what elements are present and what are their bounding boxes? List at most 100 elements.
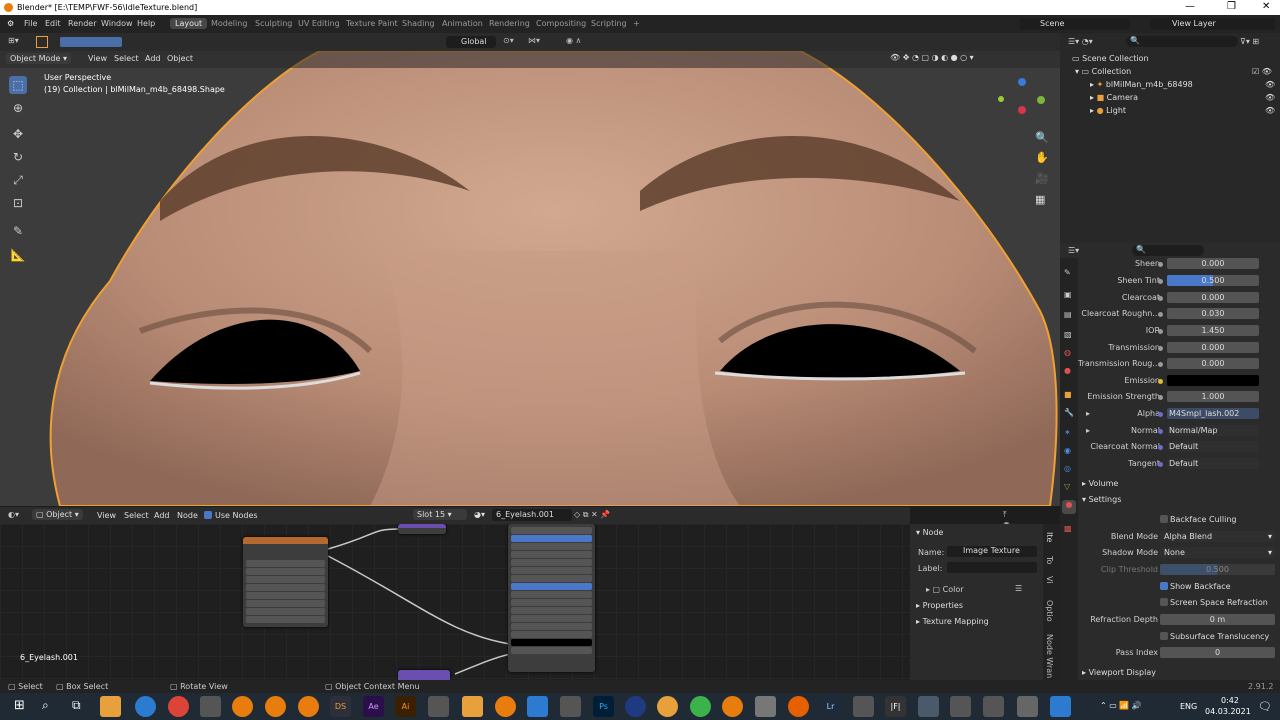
clearcoat-roughness-field[interactable]: 0.030: [1167, 308, 1259, 319]
world-tab-icon[interactable]: ●: [1064, 366, 1071, 375]
node-menu-node[interactable]: Node: [177, 511, 198, 520]
blender-menu-icon[interactable]: ⚙: [7, 19, 14, 28]
select-box-tool-icon[interactable]: ⬚: [9, 76, 27, 94]
taskbar-blender-2-icon[interactable]: [265, 696, 286, 717]
emission-socket-icon[interactable]: [1158, 379, 1163, 384]
subsurface-checkbox[interactable]: [1160, 632, 1168, 640]
zoom-icon[interactable]: 🔍: [1035, 131, 1049, 144]
taskbar-daz-icon[interactable]: DS: [330, 696, 351, 717]
ior-socket-icon[interactable]: [1158, 329, 1163, 334]
outliner-search-input[interactable]: 🔍: [1126, 36, 1238, 47]
use-nodes-checkbox[interactable]: [204, 511, 212, 519]
taskbar-app-11-icon[interactable]: [983, 696, 1004, 717]
taskbar-app-4-icon[interactable]: [625, 696, 646, 717]
tab-tool[interactable]: To: [1045, 556, 1054, 564]
tab-modeling[interactable]: Modeling: [206, 18, 252, 29]
taskbar-edge-icon[interactable]: [135, 696, 156, 717]
taskbar-blender-3-icon[interactable]: [298, 696, 319, 717]
node-menu-add[interactable]: Add: [154, 511, 170, 520]
node-name-field[interactable]: Image Texture: [947, 546, 1037, 557]
render-tab-icon[interactable]: ▣: [1064, 290, 1072, 299]
clearcoat-socket-icon[interactable]: [1158, 296, 1163, 301]
properties-section[interactable]: ▸ Properties: [916, 601, 963, 610]
taskbar-explorer-icon[interactable]: [100, 696, 121, 717]
collection-row[interactable]: ▾ ▭ Collection: [1075, 67, 1131, 76]
emission-color-swatch[interactable]: [1167, 375, 1259, 386]
object-tab-icon[interactable]: ■: [1064, 390, 1072, 399]
normal-socket-icon[interactable]: [1158, 429, 1163, 434]
camera-visibility-icon[interactable]: 👁: [1265, 93, 1275, 102]
color-presets-icon[interactable]: ☰: [1015, 584, 1022, 593]
viewport-menu-view[interactable]: View: [88, 54, 107, 63]
taskbar-app-8-icon[interactable]: [853, 696, 874, 717]
viewport-menu-object[interactable]: Object: [167, 54, 193, 63]
physics-tab-icon[interactable]: ◉: [1064, 446, 1071, 455]
menu-help[interactable]: Help: [137, 19, 155, 28]
minimize-icon[interactable]: —: [1185, 1, 1195, 12]
tangent-field[interactable]: Default: [1167, 458, 1259, 469]
node-menu-select[interactable]: Select: [124, 511, 149, 520]
taskbar-search-icon[interactable]: ⌕: [42, 698, 49, 713]
taskbar-app-6-icon[interactable]: [690, 696, 711, 717]
taskbar-app-12-icon[interactable]: [1017, 696, 1038, 717]
output-tab-icon[interactable]: ▤: [1064, 310, 1072, 319]
slot-dropdown[interactable]: Slot 15 ▾: [413, 509, 467, 520]
principled-bsdf-node[interactable]: [508, 524, 595, 672]
tab-view[interactable]: Vi: [1045, 576, 1054, 584]
scene-tab-icon[interactable]: ◍: [1064, 348, 1071, 357]
taskbar-app-10-icon[interactable]: [950, 696, 971, 717]
taskbar-illustrator-icon[interactable]: Ai: [395, 696, 416, 717]
constraints-tab-icon[interactable]: ◎: [1064, 464, 1071, 473]
menu-edit[interactable]: Edit: [45, 19, 61, 28]
sheen-socket-icon[interactable]: [1158, 262, 1163, 267]
clearcoat-field[interactable]: 0.000: [1167, 292, 1259, 303]
taskbar-lightroom-icon[interactable]: Lr: [820, 696, 841, 717]
mapping-node[interactable]: [398, 524, 446, 534]
normal-link-field[interactable]: Normal/Map: [1167, 425, 1259, 436]
taskbar-vscode-icon[interactable]: [527, 696, 548, 717]
select-tool-icon[interactable]: [36, 36, 48, 48]
tray-icons[interactable]: ⌃ ▭ 📶 🔊: [1100, 701, 1142, 710]
taskbar-after-effects-icon[interactable]: Ae: [363, 696, 384, 717]
shader-type-dropdown[interactable]: ▢ Object ▾: [32, 509, 83, 520]
task-view-icon[interactable]: ⧉: [72, 698, 81, 713]
taskbar-app-7-icon[interactable]: [755, 696, 776, 717]
material-tab-icon[interactable]: ●: [1062, 500, 1076, 514]
collection-visibility-icons[interactable]: ☑ 👁: [1252, 67, 1272, 76]
viewport-display-panel-header[interactable]: ▸ Viewport Display: [1082, 668, 1156, 677]
outliner-item-mesh[interactable]: ▸ ✦ blMilMan_m4b_68498: [1090, 80, 1193, 89]
node-panel-header[interactable]: ▾ Node: [916, 528, 943, 537]
texture-tab-icon[interactable]: ▩: [1064, 524, 1072, 533]
viewport-menu-add[interactable]: Add: [145, 54, 161, 63]
notification-icon[interactable]: 🗨: [1258, 700, 1272, 713]
3d-viewport[interactable]: Object Mode ▾ View Select Add Object 👁 ✥…: [0, 51, 1060, 506]
scene-selector[interactable]: Scene: [1020, 18, 1130, 30]
clearcoat-roughness-socket-icon[interactable]: [1158, 312, 1163, 317]
cursor-tool-icon[interactable]: ⊕: [9, 99, 27, 117]
close-icon[interactable]: ✕: [1262, 1, 1270, 12]
taskbar-app-3-icon[interactable]: [560, 696, 581, 717]
tab-compositing[interactable]: Compositing: [531, 18, 591, 29]
taskbar-blender-active-icon[interactable]: [918, 696, 939, 717]
data-tab-icon[interactable]: ▽: [1064, 482, 1070, 491]
scale-tool-icon[interactable]: ⤢: [9, 171, 27, 189]
taskbar-app-icon[interactable]: [200, 696, 221, 717]
transmission-socket-icon[interactable]: [1158, 346, 1163, 351]
annotate-tool-icon[interactable]: ✎: [9, 222, 27, 240]
taskbar-firefox-icon[interactable]: [788, 696, 809, 717]
color-toggle[interactable]: ▸ ▢ Color: [926, 585, 964, 594]
material-name-field[interactable]: 6_Eyelash.001: [492, 509, 572, 521]
light-visibility-icon[interactable]: 👁: [1265, 106, 1275, 115]
pass-index-field[interactable]: 0: [1160, 647, 1275, 658]
transmission-roughness-field[interactable]: 0.000: [1167, 358, 1259, 369]
transform-tool-icon[interactable]: ⊡: [9, 194, 27, 212]
view-layer-selector[interactable]: View Layer: [1150, 18, 1275, 30]
normal-map-node[interactable]: [398, 670, 450, 680]
node-editor-canvas[interactable]: 6_Eyelash.001: [0, 524, 910, 680]
rotate-tool-icon[interactable]: ↻: [9, 148, 27, 166]
measure-tool-icon[interactable]: 📐: [9, 246, 27, 264]
view-layer-tab-icon[interactable]: ▧: [1064, 330, 1072, 339]
taskbar-app-9-icon[interactable]: |F|: [885, 696, 906, 717]
settings-panel-header[interactable]: ▾ Settings: [1082, 495, 1121, 504]
pan-hand-icon[interactable]: ✋: [1035, 151, 1049, 164]
